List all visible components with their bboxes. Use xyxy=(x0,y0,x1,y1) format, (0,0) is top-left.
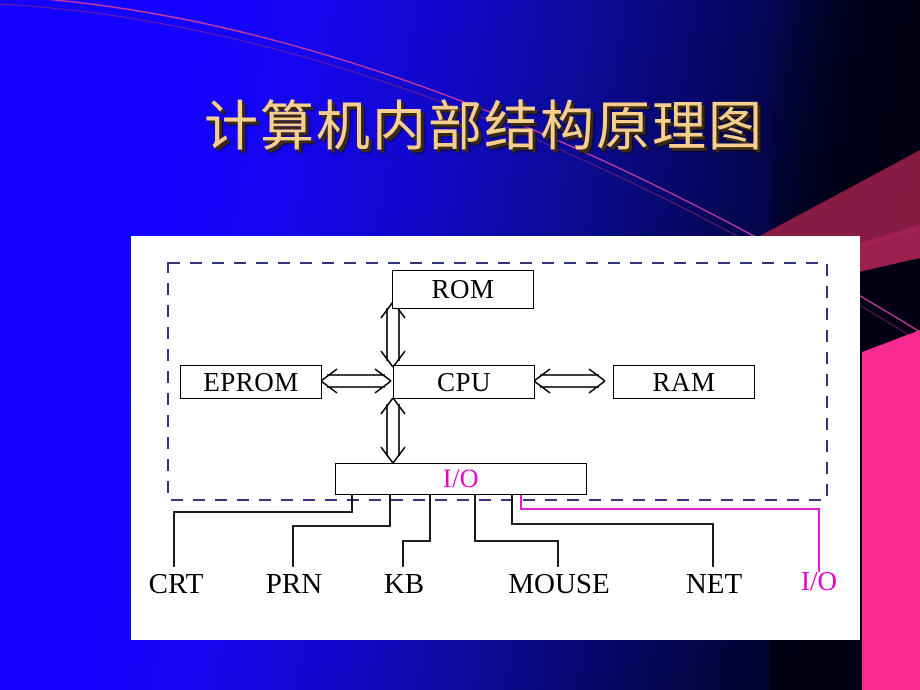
bus-line-crt xyxy=(173,491,353,567)
arrow-cpu-ram xyxy=(533,368,606,394)
arrow-cpu-rom xyxy=(380,301,406,368)
peripheral-label-mouse: MOUSE xyxy=(508,568,610,600)
arrow-cpu-io xyxy=(380,397,406,464)
arrow-eprom-cpu xyxy=(320,368,392,394)
peripheral-label-kb: KB xyxy=(383,568,425,600)
peripheral-label-crt: CRT xyxy=(148,568,204,600)
bus-line-external-io xyxy=(520,491,820,572)
bus-line-prn xyxy=(292,491,391,567)
page-title: 计算机内部结构原理图 xyxy=(204,95,764,158)
diagram-panel: ROM EPROM CPU RAM I/O CRT PRN KB MOUSE N… xyxy=(131,236,860,640)
peripheral-label-prn: PRN xyxy=(265,568,323,600)
bus-line-kb xyxy=(402,491,431,567)
peripheral-label-net: NET xyxy=(685,568,743,600)
diagram-box-cpu[interactable]: CPU xyxy=(393,365,535,399)
bus-line-mouse xyxy=(474,491,559,567)
diagram-box-io[interactable]: I/O xyxy=(335,463,587,495)
peripheral-bus-lines xyxy=(173,491,714,567)
presentation-slide: 计算机内部结构原理图 ROM EPROM CPU RAM I/O CRT PRN… xyxy=(0,0,920,690)
diagram-box-ram[interactable]: RAM xyxy=(613,365,755,399)
peripheral-label-external-io: I/O xyxy=(801,566,837,596)
diagram-box-rom[interactable]: ROM xyxy=(392,270,534,309)
diagram-box-eprom[interactable]: EPROM xyxy=(180,365,322,399)
bus-line-net xyxy=(511,491,714,567)
